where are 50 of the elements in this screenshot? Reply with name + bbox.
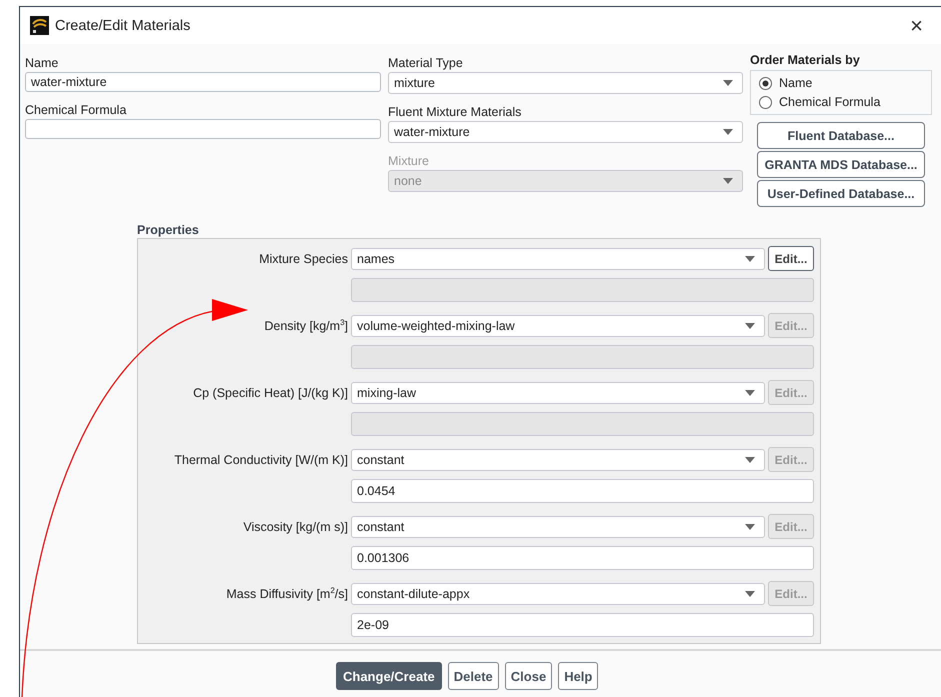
value-field[interactable]: 0.0454 [351,479,814,503]
method-dropdown[interactable]: mixing-law [351,382,765,404]
dialog-button[interactable]: Delete [448,662,499,690]
dropdown-caret-icon [723,178,733,184]
property-label: Viscosity [kg/(m s)] [242,520,348,534]
method-dropdown[interactable]: constant [351,448,765,470]
dropdown-caret-icon [745,390,755,396]
field-label: Fluent Mixture Materials [388,104,522,121]
app-icon [30,16,49,35]
property-label: Mixture Species [258,252,348,266]
dropdown[interactable]: water-mixture [388,121,743,143]
dialog-button[interactable]: Help [558,662,598,690]
edit-button[interactable]: Edit... [768,246,814,271]
dropdown-caret-icon [745,524,755,530]
property-label: Density [kg/m$^{3}$] [263,318,348,334]
dialog-button[interactable]: Close [504,662,552,690]
radio-button[interactable] [759,76,772,90]
database-button[interactable]: User-Defined Database... [757,180,925,207]
window-title: Create/Edit Materials [55,18,192,34]
section-title: Properties [137,223,200,238]
value-field[interactable]: 2e-09 [351,613,814,637]
radio-label[interactable]: Chemical Formula [779,95,880,109]
field-label: Material Type [388,55,464,72]
database-button[interactable]: Fluent Database... [757,122,925,149]
dropdown-caret-icon [745,456,755,462]
radio-label[interactable]: Name [779,76,812,90]
text-field[interactable] [25,119,381,139]
text-field[interactable]: water-mixture [25,72,381,92]
property-label: Cp (Specific Heat) [J/(kg K)] [192,386,348,400]
close-icon[interactable]: × [910,14,931,36]
radio-button[interactable] [759,96,772,108]
dropdown-caret-icon [745,256,755,262]
dropdown-caret-icon [745,590,755,596]
dialog-button[interactable]: Change/Create [336,662,442,690]
method-dropdown[interactable]: names [351,248,765,270]
dropdown-caret-icon [723,129,733,135]
value-field[interactable]: 0.001306 [351,546,814,570]
field-label: Mixture [388,153,430,170]
dropdown-caret-icon [745,322,755,328]
method-dropdown[interactable]: volume-weighted-mixing-law [351,314,765,336]
field-label: Chemical Formula [25,102,128,119]
dropdown[interactable]: mixture [388,72,743,94]
method-dropdown[interactable]: constant [351,516,765,538]
property-label: Thermal Conductivity [W/(m K)] [173,452,348,466]
database-button[interactable]: GRANTA MDS Database... [757,151,925,178]
method-dropdown[interactable]: constant-dilute-appx [351,582,765,604]
property-label: Mass Diffusivity [m$^{2}$/s] [225,586,348,602]
group-title: Order Materials by [750,53,861,69]
field-label: Name [25,55,60,72]
dropdown-caret-icon [723,80,733,86]
